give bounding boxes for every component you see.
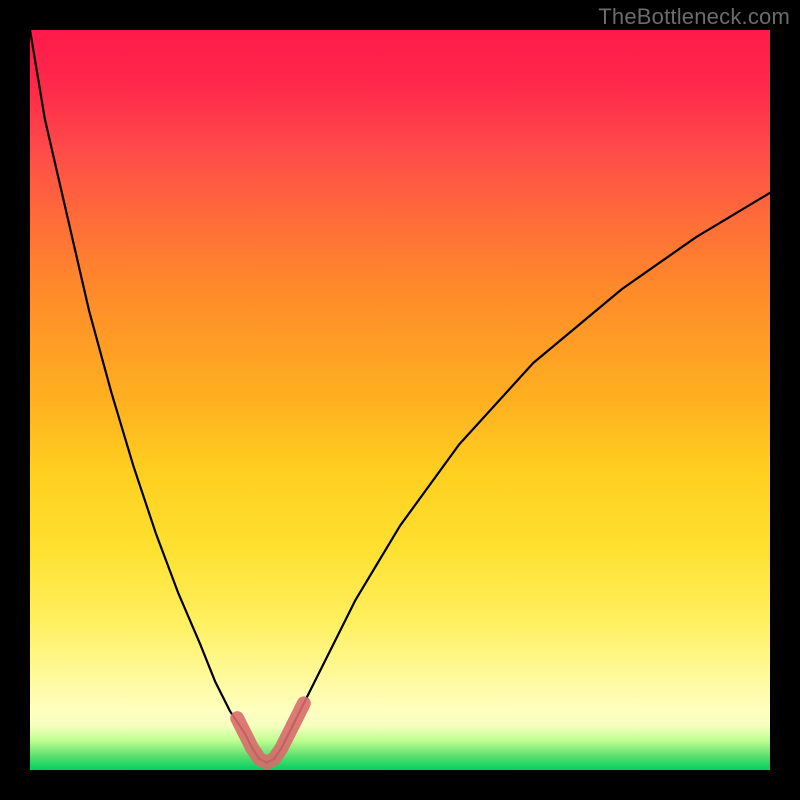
plot-area [30, 30, 770, 770]
chart-frame: TheBottleneck.com [0, 0, 800, 800]
bottleneck-curve [30, 30, 770, 763]
minimum-highlight [237, 703, 304, 762]
watermark-text: TheBottleneck.com [598, 4, 790, 30]
curve-layer [30, 30, 770, 770]
